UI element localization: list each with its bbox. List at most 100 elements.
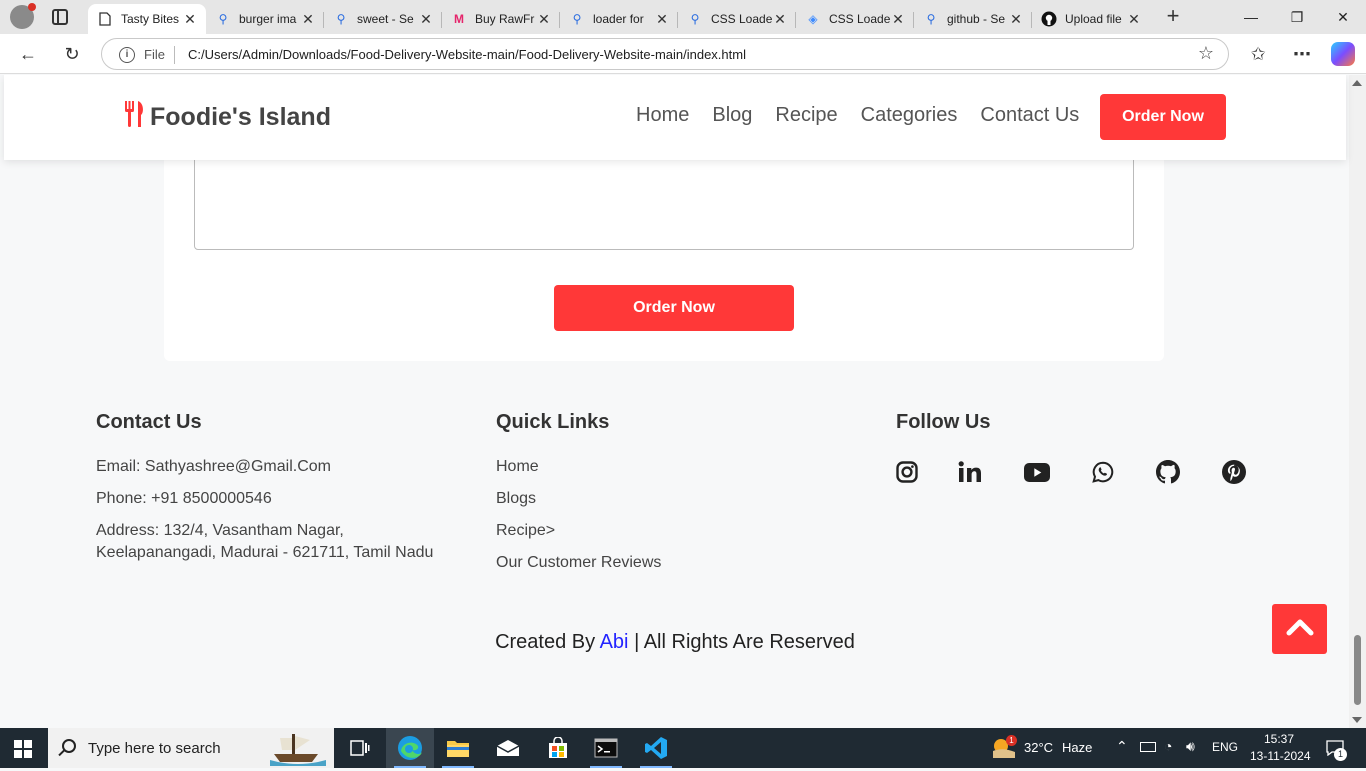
quick-link-blogs[interactable]: Blogs [496,488,796,510]
layers-icon: ◈ [808,12,818,26]
quick-link-reviews[interactable]: Our Customer Reviews [496,552,796,574]
scroll-to-top-button[interactable] [1272,604,1327,654]
profile-avatar[interactable] [10,3,36,29]
scrollbar-thumb[interactable] [1354,635,1361,705]
quick-link-home[interactable]: Home [496,456,796,478]
notification-dot [28,3,36,11]
back-button[interactable]: ← [14,40,42,68]
social-links [896,459,1266,489]
pinterest-icon[interactable] [1221,459,1247,485]
more-menu-icon[interactable]: ⋯ [1288,40,1316,68]
clock-time[interactable]: 15:37 [1264,732,1294,746]
author-link[interactable]: Abi [600,631,629,653]
microsoft-store-icon[interactable] [534,728,582,768]
favorite-star-icon[interactable]: ☆ [1198,43,1214,64]
nav-categories[interactable]: Categories [861,104,958,127]
tab-actions-icon[interactable] [52,9,68,25]
mail-icon[interactable] [484,728,532,768]
new-tab-button[interactable]: + [1160,4,1186,30]
order-now-header-button[interactable]: Order Now [1100,94,1226,140]
terminal-icon[interactable] [582,728,630,768]
whatsapp-icon[interactable] [1090,459,1116,485]
close-icon[interactable]: ✕ [182,11,198,28]
restore-button[interactable]: ❐ [1274,0,1320,34]
close-icon[interactable]: ✕ [890,11,906,28]
url-text[interactable]: C:/Users/Admin/Downloads/Food-Delivery-W… [188,47,746,62]
scroll-up-icon[interactable] [1352,80,1362,86]
browser-tab-strip: Tasty Bites ✕ ⚲ burger ima ✕ ⚲ sweet - S… [0,0,1366,34]
search-highlight-illustration [268,730,328,766]
taskbar-search-box[interactable]: Type here to search [48,728,334,768]
nav-contact-us[interactable]: Contact Us [980,104,1079,127]
tab-github-search[interactable]: ⚲ github - Se ✕ [914,4,1032,34]
nav-blog[interactable]: Blog [712,104,752,127]
order-now-form-button[interactable]: Order Now [554,285,794,331]
windows-taskbar: Type here to search 1 32°C Haze ⌃ ◔ 🔊︎ E… [0,728,1366,768]
volume-icon[interactable]: 🔊︎ [1186,738,1195,755]
copyright-suffix: | All Rights Are Reserved [634,631,855,653]
tab-css-loader-2[interactable]: ◈ CSS Loade ✕ [796,4,914,34]
vscode-icon[interactable] [632,728,680,768]
tab-title: Upload file [1065,12,1122,26]
tab-title: loader for [593,12,644,26]
site-logo[interactable]: Foodie's Island [124,101,331,134]
myntra-icon: M [454,12,464,26]
tab-title: CSS Loade [829,12,890,26]
linkedin-icon[interactable] [957,459,983,485]
footer-heading: Follow Us [896,411,991,433]
battery-icon[interactable] [1140,742,1156,752]
search-icon: ⚲ [336,12,346,26]
wifi-icon[interactable]: ◔ [1164,738,1172,754]
tab-tasty-bites[interactable]: Tasty Bites ✕ [88,4,206,34]
close-icon[interactable]: ✕ [418,11,434,28]
language-indicator[interactable]: ENG [1212,740,1238,754]
copilot-icon[interactable] [1331,42,1355,66]
windows-start-icon[interactable] [14,740,32,758]
close-icon[interactable]: ✕ [1126,11,1142,28]
favorites-icon[interactable]: ✩ [1244,40,1272,68]
github-icon [1041,11,1057,27]
nav-recipe[interactable]: Recipe [775,104,837,127]
close-icon[interactable]: ✕ [536,11,552,28]
copyright-line: Created By Abi | All Rights Are Reserved [0,631,1350,654]
minimize-button[interactable]: — [1228,0,1274,34]
youtube-icon[interactable] [1023,459,1051,485]
reload-button[interactable]: ↻ [58,40,86,68]
tab-burger[interactable]: ⚲ burger ima ✕ [206,4,324,34]
address-bar[interactable]: i File C:/Users/Admin/Downloads/Food-Del… [101,38,1229,70]
chevron-up-icon[interactable]: ⌃ [1116,738,1128,755]
footer-heading: Quick Links [496,411,610,433]
nav-home[interactable]: Home [636,104,689,127]
temperature: 32°C [1024,740,1054,755]
scheme-label: File [144,47,165,62]
weather-condition: Haze [1062,740,1093,755]
utensils-icon [124,101,146,134]
tab-sweet[interactable]: ⚲ sweet - Se ✕ [324,4,442,34]
tab-rawfr[interactable]: M Buy RawFr ✕ [442,4,560,34]
tab-loader[interactable]: ⚲ loader for ✕ [560,4,678,34]
tab-title: sweet - Se [357,12,414,26]
clock-date[interactable]: 13-11-2024 [1250,749,1311,763]
contact-address: Address: 132/4, Vasantham Nagar, Keelapa… [96,522,434,561]
file-explorer-icon[interactable] [434,728,482,768]
edge-taskbar-icon[interactable] [386,728,434,768]
copyright-prefix: Created By [495,631,596,653]
close-window-button[interactable]: ✕ [1320,0,1366,34]
tab-css-loader-1[interactable]: ⚲ CSS Loade ✕ [678,4,796,34]
instagram-icon[interactable] [894,459,920,485]
tab-title: Buy RawFr [475,12,535,26]
close-icon[interactable]: ✕ [654,11,670,28]
footer-contact: Contact Us Email: Sathyashree@Gmail.Com … [96,411,456,574]
task-view-icon[interactable] [336,728,384,768]
page-scrollbar[interactable] [1349,75,1366,728]
quick-link-recipe[interactable]: Recipe> [496,520,796,542]
main-nav: Home Blog Recipe Categories Contact Us [636,104,1079,127]
info-icon[interactable]: i [119,47,135,63]
close-icon[interactable]: ✕ [300,11,316,28]
close-icon[interactable]: ✕ [772,11,788,28]
github-icon[interactable] [1155,459,1181,485]
search-placeholder: Type here to search [88,740,221,757]
scroll-down-icon[interactable] [1352,717,1362,723]
tab-upload-file[interactable]: Upload file ✕ [1032,4,1150,34]
close-icon[interactable]: ✕ [1008,11,1024,28]
